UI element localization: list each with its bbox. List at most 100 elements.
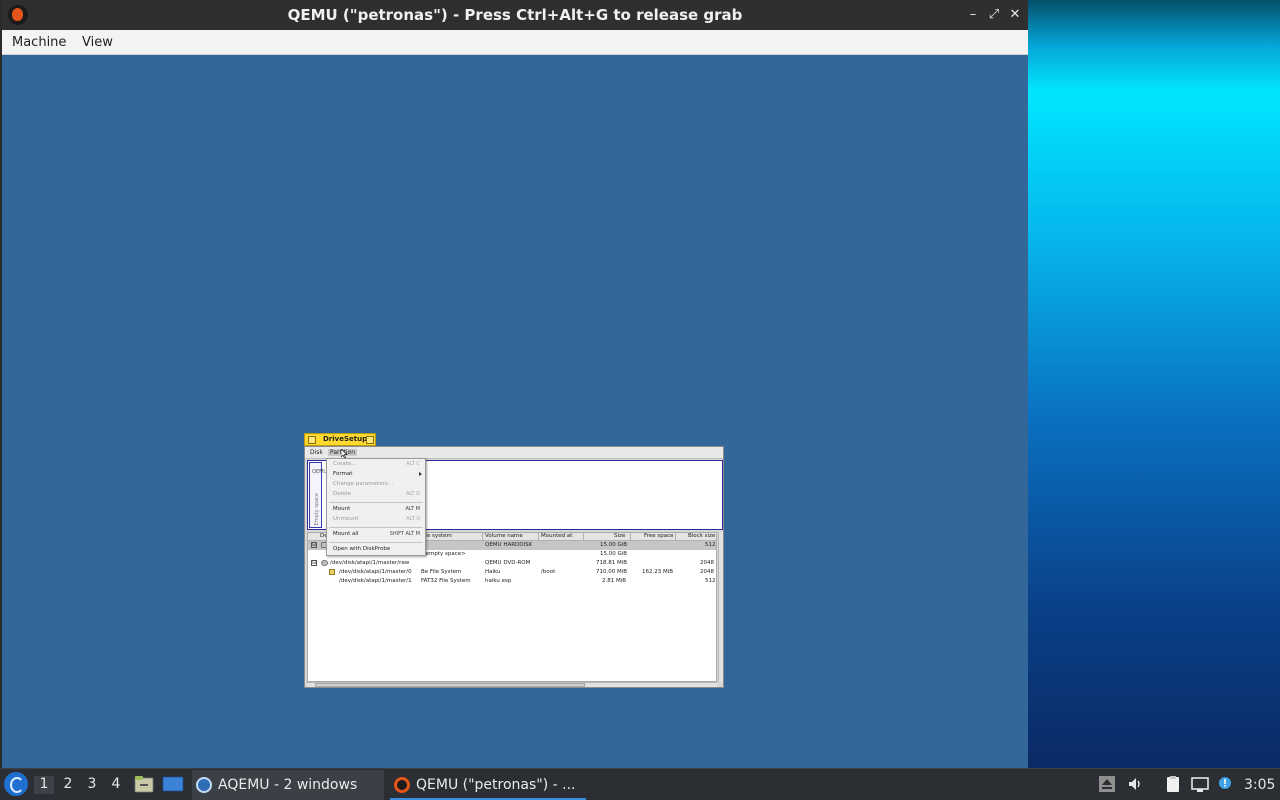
cell-size: 15.00 GiB [600,542,628,548]
notification-icon[interactable] [1216,775,1234,793]
cell-fs: Be File System [421,569,462,575]
collapse-icon[interactable]: ⊟ [311,560,317,566]
workspace-2[interactable]: 2 [58,776,78,794]
taskbar-item-qemu[interactable]: QEMU ("petronas") - ... [390,770,586,800]
menu-item-open-diskprobe[interactable]: Open with DiskProbe [327,545,425,555]
cell-mounted: /boot [541,569,556,575]
column-separator [482,533,483,541]
column-separator [538,533,539,541]
menu-item-shortcut: ALT D [405,491,420,497]
file-manager-icon[interactable] [134,774,154,794]
cell-volume: haiku esp [485,578,512,584]
desktop-wallpaper [1026,0,1280,768]
qemu-menubar: Machine View [2,30,1028,55]
cell-size: 718.81 MiB [596,560,628,566]
taskbar-item-aqemu[interactable]: AQEMU - 2 windows [192,770,384,800]
collapse-icon[interactable]: ⊟ [311,542,317,548]
cell-volume: Haiku [485,569,501,575]
close-button[interactable]: ✕ [1006,6,1024,24]
menu-item-shortcut: SHIFT ALT M [389,531,420,537]
menu-item-mount-all[interactable]: Mount all SHIFT ALT M [327,530,425,540]
scrollbar-thumb[interactable] [315,683,585,687]
mouse-cursor-icon [341,449,348,458]
maximize-button[interactable]: ⤢ [985,6,1003,24]
col-mounted-at[interactable]: Mounted at [541,533,572,539]
menu-machine[interactable]: Machine [12,35,66,50]
qemu-icon [394,777,410,793]
disk-map-label: QEMU [312,469,328,475]
workspace-1[interactable]: 1 [34,776,54,794]
start-menu-icon[interactable] [4,772,28,796]
cell-volume: QEMU DVD-ROM [485,560,531,566]
menu-item-change-parameters[interactable]: Change parameters… [327,480,425,490]
cell-fs: FAT32 File System [421,578,471,584]
menu-item-shortcut: ALT M [405,506,420,512]
qemu-titlebar[interactable]: QEMU ("petronas") - Press Ctrl+Alt+G to … [2,0,1028,30]
cell-device: /dev/disk/atapi/1/master/raw [330,560,410,566]
col-volume-name[interactable]: Volume name [485,533,523,539]
column-separator [583,533,584,541]
table-row[interactable]: /dev/disk/atapi/1/master/0 Be File Syste… [308,568,716,577]
menu-item-label: Open with DiskProbe [333,546,391,552]
eject-icon[interactable] [1098,775,1116,793]
menu-separator [329,502,423,503]
menu-item-delete[interactable]: Delete ALT D [327,490,425,500]
col-free-space[interactable]: Free space [644,533,674,539]
col-block-size[interactable]: Block size [688,533,715,539]
cell-size: 15.00 GiB [600,551,628,557]
taskbar-item-label: QEMU ("petronas") - ... [416,777,576,793]
vertical-scrollbar[interactable] [718,532,723,682]
menu-item-label: Create… [333,461,357,467]
cell-size: 710.00 MiB [596,569,628,575]
cell-volume: QEMU HARDDISK [485,542,533,548]
cell-device: /dev/disk/atapi/1/master/1 [339,578,412,584]
menu-item-shortcut: ALT U [406,516,420,522]
clock[interactable]: 3:05 [1244,777,1275,793]
menu-item-unmount[interactable]: Unmount ALT U [327,515,425,525]
menu-item-format[interactable]: Format [327,470,425,480]
aqemu-icon [196,777,212,793]
volume-icon [329,569,335,575]
cell-block: 2048 [700,569,714,575]
menu-item-label: Delete [333,491,352,497]
volume-icon[interactable] [1126,775,1144,793]
cell-block: 512 [705,542,716,548]
cell-device: /dev/disk/atapi/1/master/0 [339,569,412,575]
workspace-3[interactable]: 3 [82,776,102,794]
menu-item-mount[interactable]: Mount ALT M [327,505,425,515]
taskbar: 1 2 3 4 AQEMU - 2 windows QEMU ("petrona… [0,768,1280,800]
menu-item-label: Unmount [333,516,359,522]
drivesetup-zoom-button[interactable] [366,436,374,444]
menu-disk[interactable]: Disk [310,449,323,456]
table-row[interactable]: ⊟ /dev/disk/atapi/1/master/raw QEMU DVD-… [308,559,716,568]
show-desktop-icon[interactable] [162,775,184,793]
drivesetup-title-tab[interactable]: DriveSetup [304,433,376,446]
workspace-4[interactable]: 4 [106,776,126,794]
taskbar-item-label: AQEMU - 2 windows [218,777,358,793]
network-icon[interactable] [1191,775,1209,793]
menu-item-label: Mount all [333,531,359,537]
menu-item-label: Change parameters… [333,481,394,487]
disk-map-segment-label: Empty space [314,493,320,526]
menu-item-label: Format [333,471,353,477]
cell-block: 512 [705,578,716,584]
horizontal-scrollbar[interactable] [307,682,717,687]
col-size[interactable]: Size [614,533,625,539]
menu-separator [329,527,423,528]
drivesetup-close-button[interactable] [308,436,316,444]
column-separator [675,533,676,541]
menu-view[interactable]: View [82,35,113,50]
menu-item-create[interactable]: Create… ALT C [327,460,425,470]
minimize-button[interactable]: – [964,6,982,24]
cell-fs: <empty space> [421,551,466,557]
cell-free: 162.23 MiB [642,569,674,575]
partition-menu: Create… ALT C Format Change parameters… … [326,458,426,556]
menu-separator [329,542,423,543]
submenu-arrow-icon [419,472,422,476]
cdrom-icon [321,560,328,566]
disk-map-segment[interactable]: QEMU Empty space [309,462,327,528]
table-row[interactable]: /dev/disk/atapi/1/master/1 FAT32 File Sy… [308,577,716,586]
clipboard-icon[interactable] [1164,775,1182,793]
menu-item-shortcut: ALT C [406,461,420,467]
cell-block: 2048 [700,560,714,566]
